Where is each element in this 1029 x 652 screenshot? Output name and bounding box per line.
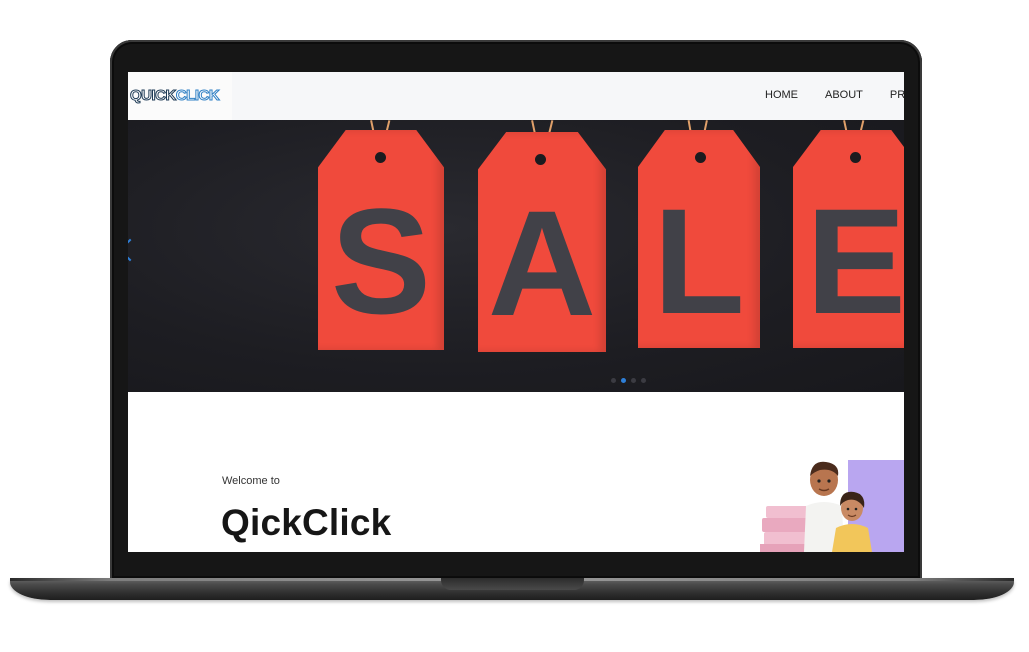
logo-link[interactable]: QUICKCLICK: [128, 72, 232, 120]
shopping-people-illustration: [760, 460, 904, 552]
tag-letter: E: [805, 177, 904, 345]
carousel-prev-icon[interactable]: [128, 238, 142, 262]
logo: QUICKCLICK: [130, 87, 221, 105]
nav-link-products[interactable]: PRO: [890, 89, 904, 101]
sale-tag-s: S: [318, 130, 444, 350]
tag-letter: L: [653, 177, 745, 345]
laptop-screen: QUICKCLICK HOME ABOUT PRO S A L: [128, 72, 904, 552]
carousel-dot-active[interactable]: [621, 378, 626, 383]
nav-links: HOME ABOUT PRO: [765, 89, 904, 101]
laptop-opening-notch: [441, 578, 584, 590]
welcome-text: Welcome to: [222, 475, 280, 487]
carousel-dot[interactable]: [631, 378, 636, 383]
sale-tag-a: A: [478, 132, 606, 352]
hero-carousel: S A L E: [128, 120, 904, 392]
nav-link-about[interactable]: ABOUT: [825, 89, 863, 101]
tag-hole: [850, 152, 861, 163]
nav-link-home[interactable]: HOME: [765, 89, 798, 101]
carousel-indicators: [611, 378, 646, 383]
navbar: QUICKCLICK HOME ABOUT PRO: [128, 72, 904, 121]
tag-hole: [375, 152, 386, 163]
sale-tag-e: E: [793, 130, 904, 348]
tag-hole: [695, 152, 706, 163]
tag-hole: [535, 154, 546, 165]
carousel-dot[interactable]: [611, 378, 616, 383]
brand-title: QickClick: [221, 502, 392, 543]
sale-tag-l: L: [638, 130, 760, 348]
tag-letter: S: [330, 177, 432, 345]
tag-letter: A: [487, 179, 597, 347]
logo-part-quick: QUICK: [130, 87, 177, 105]
carousel-dot[interactable]: [641, 378, 646, 383]
logo-part-click: CLICK: [175, 87, 220, 105]
